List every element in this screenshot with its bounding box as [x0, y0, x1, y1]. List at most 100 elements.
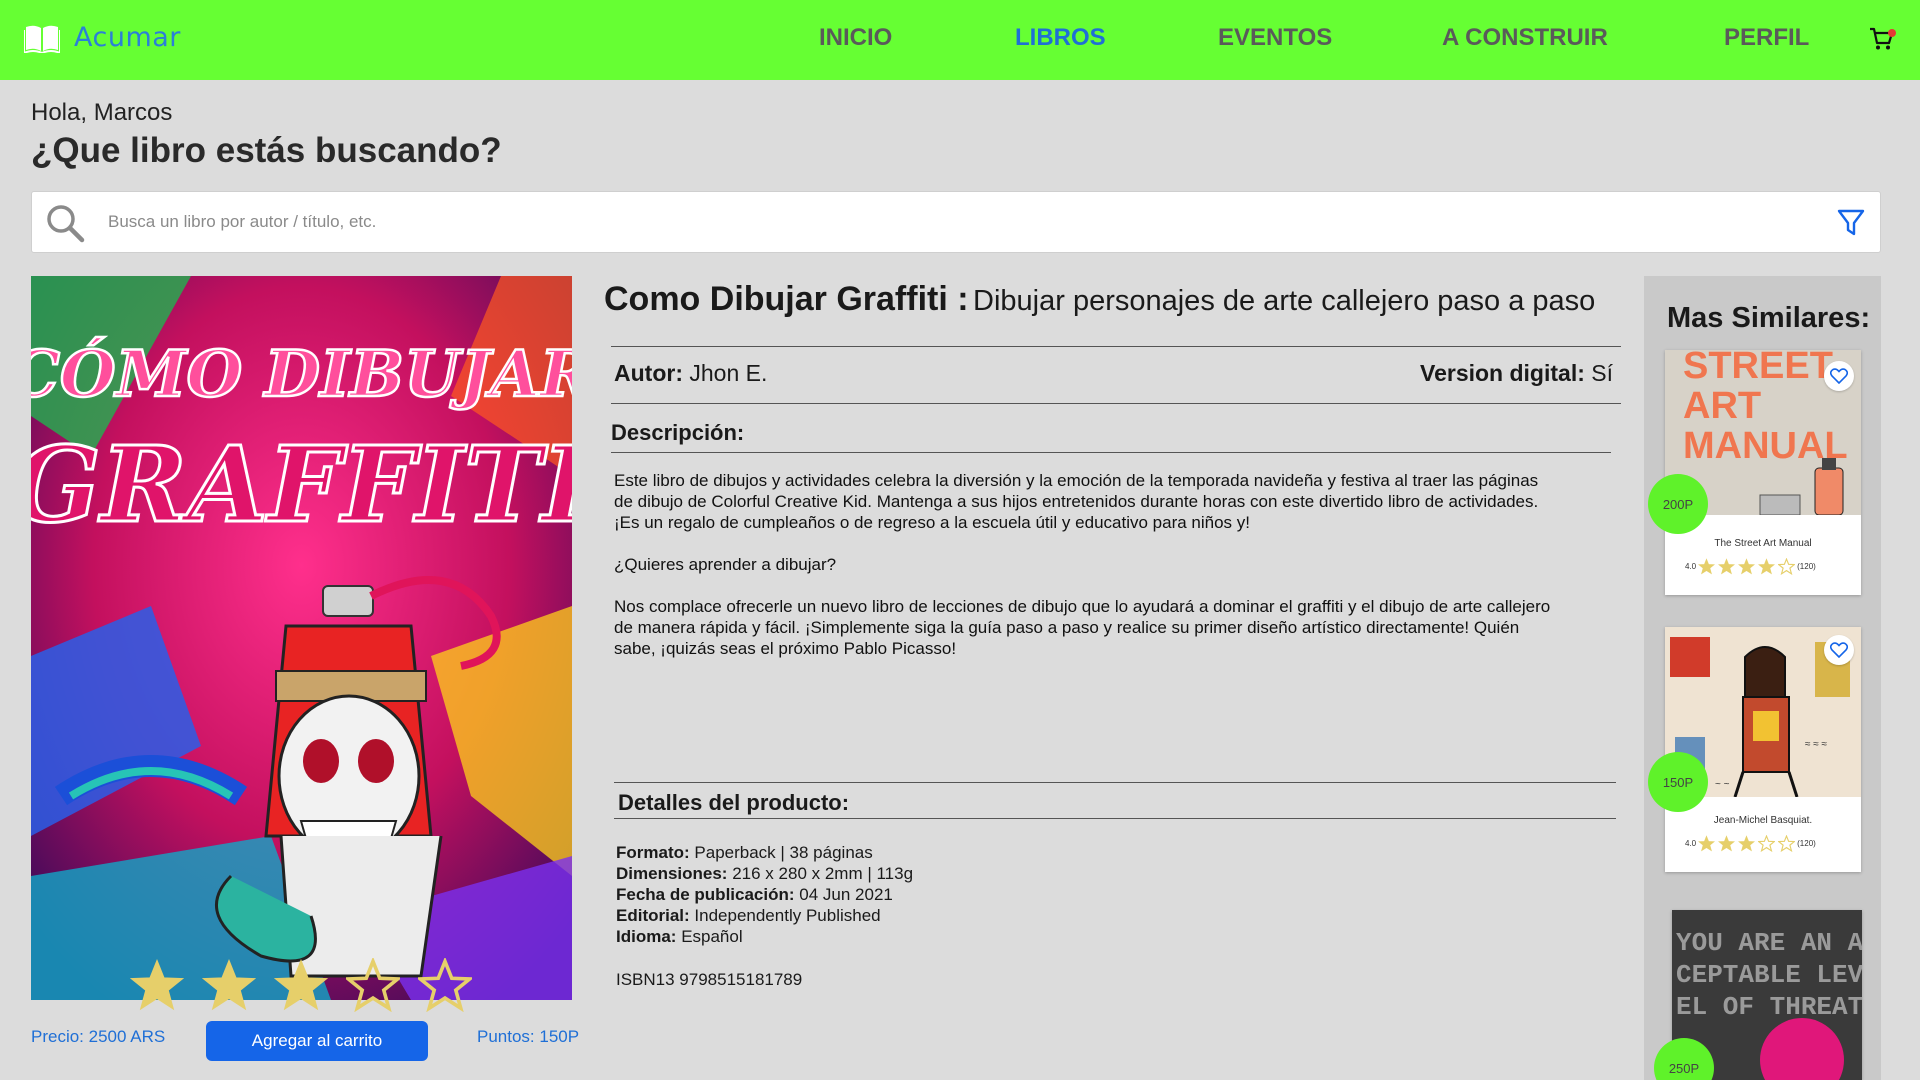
digital-value: Sí [1591, 360, 1613, 386]
price: Precio: 2500 ARS [31, 1027, 166, 1046]
divider [614, 782, 1616, 783]
card-review-count: (120) [1797, 839, 1816, 848]
nav-a-construir[interactable]: A CONSTRUIR [1442, 24, 1608, 52]
brand-name: Acumar [74, 22, 181, 53]
card-stars [1698, 835, 1796, 852]
svg-text:CEPTABLE LEV: CEPTABLE LEV [1676, 960, 1862, 990]
points-badge: 150P [1648, 752, 1708, 812]
star-icon [1778, 835, 1796, 852]
book-subtitle: Dibujar personajes de arte callejero pas… [973, 285, 1596, 317]
search-input[interactable] [104, 192, 1804, 252]
top-nav: Acumar INICIO LIBROS EVENTOS A CONSTRUIR… [0, 0, 1920, 80]
description-paragraph: Nos complace ofrecerle un nuevo libro de… [614, 597, 1551, 658]
detail-label: Idioma: [616, 927, 677, 946]
card-rating-value: 4.0 [1685, 562, 1697, 571]
book-icon [24, 25, 60, 53]
svg-text:ART: ART [1683, 385, 1761, 427]
star-icon [418, 958, 472, 1012]
svg-text:~ ~: ~ ~ [1715, 779, 1730, 790]
star-icon [346, 958, 400, 1012]
book-cover-art: CÓMO DIBUJAR GRAFFITI [31, 276, 572, 1000]
detail-row: Fecha de publicación: 04 Jun 2021 [616, 884, 913, 905]
star-icon [130, 958, 184, 1011]
star-icon [1738, 558, 1756, 575]
detail-label: Editorial: [616, 906, 690, 925]
star-icon [1738, 835, 1756, 852]
nav-inicio[interactable]: INICIO [819, 24, 892, 52]
add-to-cart-button[interactable]: Agregar al carrito [206, 1021, 428, 1061]
card-title: Jean-Michel Basquiat. [1713, 815, 1813, 826]
author-value: Jhon E. [689, 360, 768, 386]
nav-eventos[interactable]: EVENTOS [1218, 24, 1332, 52]
svg-text:EL OF THREAT: EL OF THREAT [1676, 992, 1862, 1022]
svg-text:STREET: STREET [1683, 350, 1833, 387]
points: Puntos: 150P [477, 1027, 580, 1046]
star-icon [1718, 835, 1736, 852]
star-icon [1778, 558, 1796, 575]
detail-value: Independently Published [694, 906, 881, 925]
heart-icon [1830, 642, 1848, 658]
favorite-button[interactable] [1824, 635, 1854, 665]
digital-label: Version digital: [1420, 360, 1585, 386]
detail-row: Idioma: Español [616, 926, 913, 947]
divider [614, 818, 1616, 819]
detail-row: Formato: Paperback | 38 páginas [616, 842, 913, 863]
star-icon [1698, 558, 1716, 575]
greeting: Hola, Marcos [31, 99, 173, 126]
favorite-button[interactable] [1824, 361, 1854, 391]
search-bar [31, 191, 1881, 253]
card-stars [1698, 558, 1796, 575]
divider [611, 346, 1621, 347]
author-label: Autor: [614, 360, 683, 386]
card-rating-value: 4.0 [1685, 839, 1697, 848]
details-heading: Detalles del producto: [618, 790, 850, 815]
description-paragraph: ¿Quieres aprender a dibujar? [614, 555, 837, 574]
detail-value: 04 Jun 2021 [799, 885, 893, 904]
similar-heading: Mas Similares: [1667, 302, 1871, 334]
star-icon [1718, 558, 1736, 575]
book-title-line: Como Dibujar Graffiti : Dibujar personaj… [604, 280, 1595, 319]
detail-row: Dimensiones: 216 x 280 x 2mm | 113g [616, 863, 913, 884]
heart-icon [1830, 368, 1848, 384]
author-field: Autor: Jhon E. [614, 360, 767, 387]
detail-label: Dimensiones: [616, 864, 728, 883]
card-rating: 4.0 (120) [1685, 558, 1816, 575]
product-details: Formato: Paperback | 38 páginas Dimensio… [616, 842, 913, 947]
nav-libros[interactable]: LIBROS [1015, 24, 1106, 52]
book-title: Como Dibujar Graffiti : [604, 280, 969, 318]
star-icon [1698, 835, 1716, 852]
card-rating: 4.0 (120) [1685, 835, 1816, 852]
card-review-count: (120) [1797, 562, 1816, 571]
nav-perfil[interactable]: PERFIL [1724, 24, 1809, 52]
detail-value: Paperback | 38 páginas [694, 843, 873, 862]
detail-value: 216 x 280 x 2mm | 113g [732, 864, 914, 883]
filter-icon[interactable] [1836, 208, 1866, 238]
similar-card-basquiat[interactable]: ≈ ≈ ≈ ~ ~ Jean-Michel Basquiat. 4.0 (120… [1665, 627, 1861, 872]
detail-label: Fecha de publicación: [616, 885, 795, 904]
svg-text:YOU ARE AN AC: YOU ARE AN AC [1676, 928, 1862, 958]
divider [611, 452, 1611, 453]
points-badge: 200P [1648, 474, 1708, 534]
svg-text:≈ ≈ ≈: ≈ ≈ ≈ [1805, 739, 1828, 750]
book-cover: CÓMO DIBUJAR GRAFFITI [31, 276, 572, 1000]
book-rating [130, 958, 472, 1012]
brand[interactable]: Acumar [24, 22, 181, 53]
page-headline: ¿Que libro estás buscando? [31, 131, 502, 170]
cart-notification-dot [1888, 29, 1896, 37]
divider [611, 403, 1621, 404]
star-icon [1758, 835, 1776, 852]
search-icon[interactable] [44, 202, 86, 244]
description: Este libro de dibujos y actividades cele… [614, 470, 1554, 680]
detail-label: Formato: [616, 843, 690, 862]
digital-field: Version digital: Sí [1420, 360, 1613, 387]
description-paragraph: Este libro de dibujos y actividades cele… [614, 471, 1539, 532]
isbn: ISBN13 9798515181789 [616, 970, 803, 989]
detail-row: Editorial: Independently Published [616, 905, 913, 926]
card-title: The Street Art Manual [1714, 538, 1812, 549]
cover-title-main: GRAFFITI [31, 423, 572, 546]
star-icon [202, 958, 256, 1011]
detail-value: Español [681, 927, 743, 946]
star-icon [1758, 558, 1776, 575]
description-heading: Descripción: [611, 420, 745, 445]
star-icon [274, 958, 328, 1011]
